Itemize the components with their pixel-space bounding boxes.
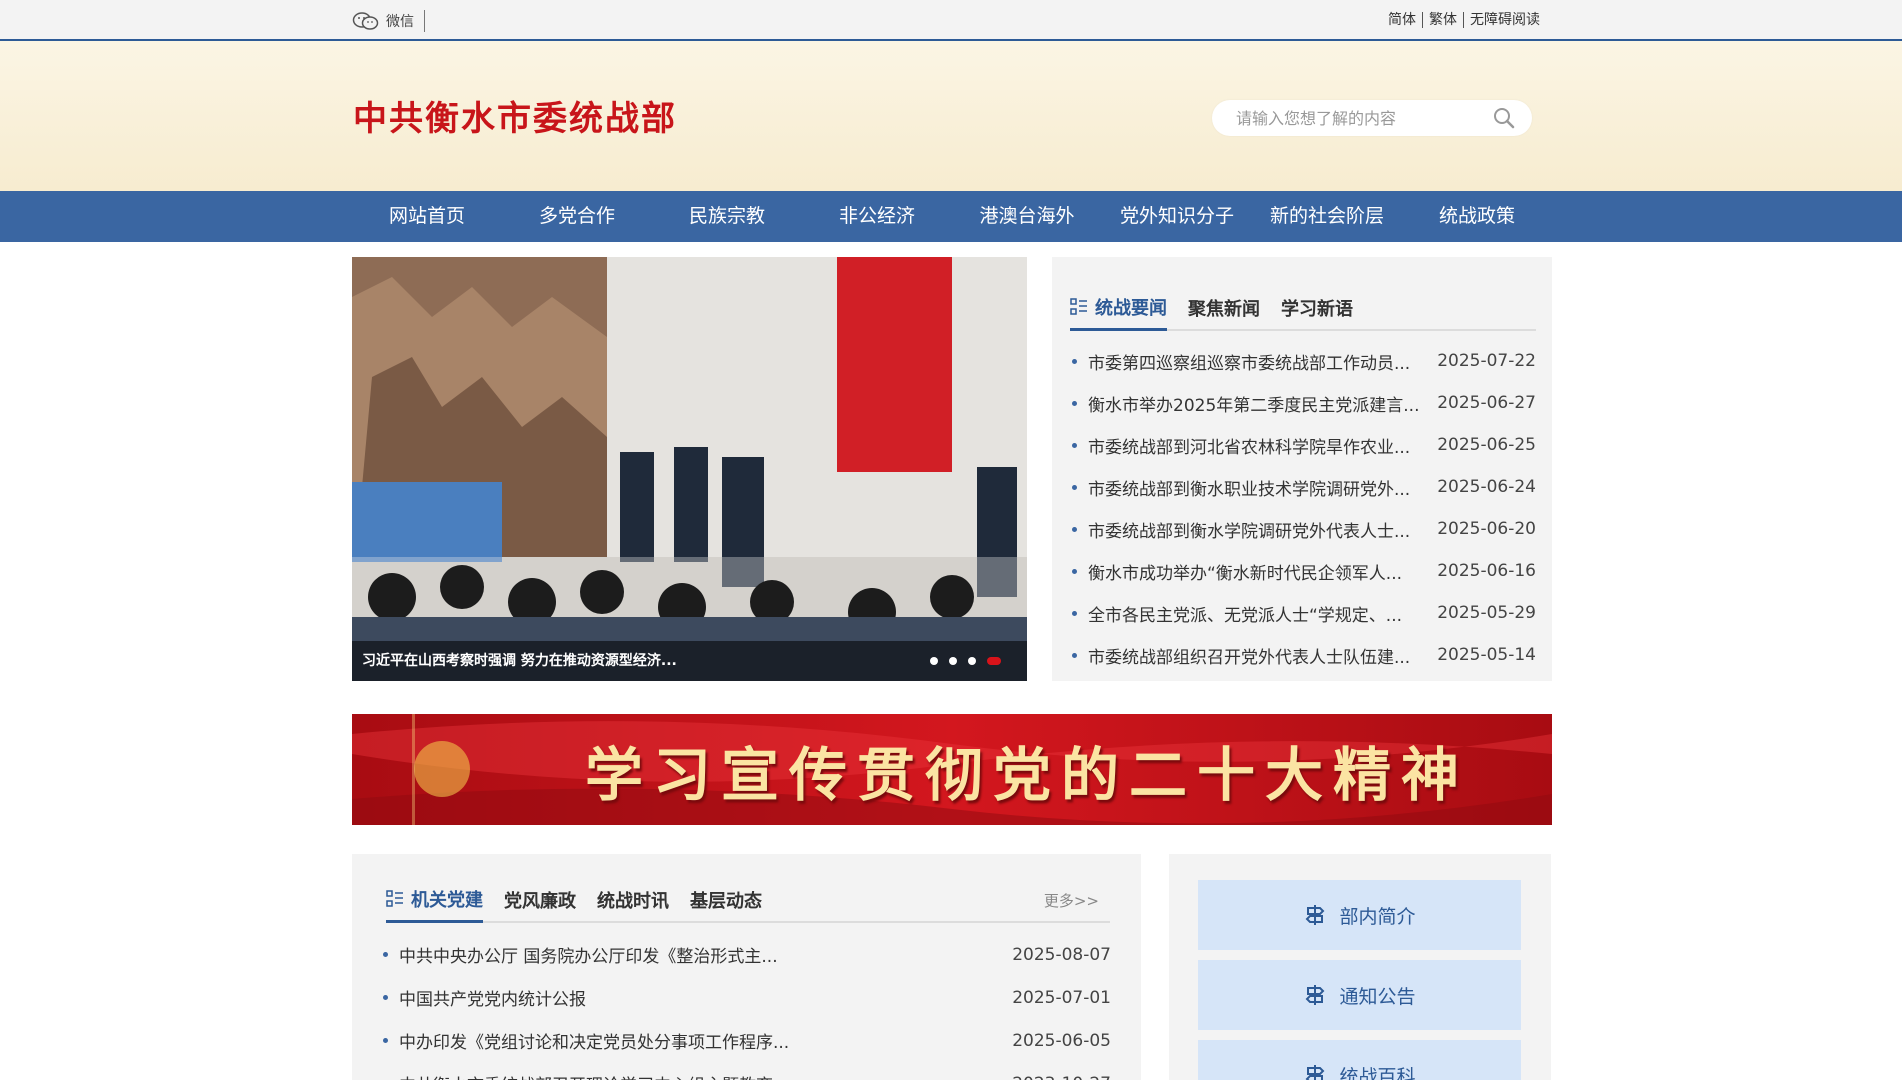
list-item[interactable]: 中办印发《党组讨论和决定党员处分事项工作程序... 2025-06-05 <box>383 1019 1111 1062</box>
main-navigation: 网站首页 多党合作 民族宗教 非公经济 港澳台海外 党外知识分子 新的社会阶层 … <box>0 191 1902 242</box>
button-label: 通知公告 <box>1339 985 1416 1008</box>
news-title: 全市各民主党派、无党派人士“学规定、... <box>1072 601 1402 626</box>
news-date: 2025-08-07 <box>1012 944 1111 965</box>
tab-agency-party-building[interactable]: 机关党建 <box>386 886 483 923</box>
wechat-label: 微信 <box>386 14 414 30</box>
list-item[interactable]: 市委统战部组织召开党外代表人士队伍建... 2025-05-14 <box>1072 634 1536 676</box>
tab-united-front-news[interactable]: 统战要闻 <box>1070 294 1167 331</box>
nav-new-social-stratum[interactable]: 新的社会阶层 <box>1252 191 1402 242</box>
list-item[interactable]: 市委统战部到衡水学院调研党外代表人士... 2025-06-20 <box>1072 508 1536 550</box>
news-title: 市委统战部到衡水学院调研党外代表人士... <box>1072 517 1410 542</box>
list-item[interactable]: 市委统战部到衡水职业技术学院调研党外... 2025-06-24 <box>1072 466 1536 508</box>
news-title: 衡水市举办2025年第二季度民主党派建言... <box>1072 391 1419 416</box>
signpost-icon <box>1306 1065 1325 1080</box>
list-icon <box>1070 298 1087 315</box>
twentieth-congress-banner[interactable]: 学习宣传贯彻党的二十大精神 <box>352 714 1552 825</box>
list-item[interactable]: 衡水市成功举办“衡水新时代民企领军人... 2025-06-16 <box>1072 550 1536 592</box>
wechat-link[interactable]: 微信 <box>352 10 425 32</box>
news-date: 2023-10-27 <box>1012 1074 1111 1080</box>
tab-focus-news[interactable]: 聚焦新闻 <box>1188 295 1260 329</box>
news-title: 市委第四巡察组巡察市委统战部工作动员... <box>1072 349 1410 374</box>
tab-grassroots-updates[interactable]: 基层动态 <box>690 887 762 921</box>
slider-dot[interactable] <box>949 657 957 665</box>
notice-announcement-button[interactable]: 通知公告 <box>1198 960 1521 1030</box>
nav-united-front-policy[interactable]: 统战政策 <box>1402 191 1552 242</box>
accessibility-link[interactable]: 无障碍阅读 <box>1464 12 1540 28</box>
nav-hk-macao-taiwan-overseas[interactable]: 港澳台海外 <box>952 191 1102 242</box>
news-date: 2025-05-29 <box>1437 603 1536 623</box>
news-photo-slider[interactable]: 习近平在山西考察时强调 努力在推动资源型经济... <box>352 257 1027 681</box>
news-date: 2025-06-24 <box>1437 477 1536 497</box>
news-title: 市委统战部到衡水职业技术学院调研党外... <box>1072 475 1410 500</box>
party-building-panel: 机关党建 党风廉政 统战时讯 基层动态 更多>> 中共中央办公厅 国务院办公厅印… <box>352 854 1141 1080</box>
nav-home[interactable]: 网站首页 <box>352 191 502 242</box>
city-aerial-image <box>660 41 1260 191</box>
news-date: 2025-05-14 <box>1437 645 1536 665</box>
list-item[interactable]: 市委统战部到河北省农林科学院旱作农业... 2025-06-25 <box>1072 424 1536 466</box>
news-date: 2025-07-01 <box>1012 987 1111 1008</box>
news-date: 2025-06-25 <box>1437 435 1536 455</box>
more-link[interactable]: 更多>> <box>1044 890 1099 911</box>
tab-party-integrity[interactable]: 党风廉政 <box>504 887 576 921</box>
slider-pagination <box>930 657 1001 665</box>
top-utility-bar: 微信 简体 繁体 无障碍阅读 <box>0 0 1902 41</box>
banner-text: 学习宣传贯彻党的二十大精神 <box>584 740 1469 809</box>
simplified-chinese-link[interactable]: 简体 <box>1382 12 1423 28</box>
list-item[interactable]: 衡水市举办2025年第二季度民主党派建言... 2025-06-27 <box>1072 382 1536 424</box>
slider-dot-active[interactable] <box>987 657 1001 665</box>
language-links: 简体 繁体 无障碍阅读 <box>1382 12 1540 28</box>
nav-multi-party-cooperation[interactable]: 多党合作 <box>502 191 652 242</box>
nav-non-public-economy[interactable]: 非公经济 <box>802 191 952 242</box>
tab-label: 机关党建 <box>411 890 483 911</box>
news-list: 市委第四巡察组巡察市委统战部工作动员... 2025-07-22 衡水市举办202… <box>1072 340 1536 676</box>
news-title: 中共中央办公厅 国务院办公厅印发《整治形式主... <box>383 942 778 967</box>
news-title: 中共衡水市委统战部召开理论学习中心组主题教育... <box>383 1071 789 1080</box>
signpost-icon <box>1306 905 1325 925</box>
search-icon[interactable] <box>1492 106 1516 130</box>
list-icon <box>386 890 403 907</box>
united-front-encyclopedia-button[interactable]: 统战百科 <box>1198 1040 1521 1080</box>
news-date: 2025-06-20 <box>1437 519 1536 539</box>
slider-dot[interactable] <box>968 657 976 665</box>
news-title: 市委统战部组织召开党外代表人士队伍建... <box>1072 643 1410 668</box>
nav-ethnic-religion[interactable]: 民族宗教 <box>652 191 802 242</box>
news-title: 中办印发《党组讨论和决定党员处分事项工作程序... <box>383 1028 789 1053</box>
tab-label: 统战要闻 <box>1095 298 1167 319</box>
news-date: 2025-06-27 <box>1437 393 1536 413</box>
tab-united-front-bulletin[interactable]: 统战时讯 <box>597 887 669 921</box>
search-box <box>1212 100 1532 136</box>
news-tabs: 统战要闻 聚焦新闻 学习新语 <box>1070 287 1536 331</box>
department-intro-button[interactable]: 部内简介 <box>1198 880 1521 950</box>
search-input[interactable] <box>1236 108 1492 128</box>
signpost-icon <box>1306 985 1325 1005</box>
party-tabs: 机关党建 党风廉政 统战时讯 基层动态 <box>386 882 1110 923</box>
list-item[interactable]: 中共衡水市委统战部召开理论学习中心组主题教育... 2023-10-27 <box>383 1062 1111 1080</box>
news-date: 2025-06-05 <box>1012 1030 1111 1051</box>
slider-photo <box>352 257 1027 681</box>
slider-caption[interactable]: 习近平在山西考察时强调 努力在推动资源型经济... <box>352 641 1027 681</box>
news-date: 2025-07-22 <box>1437 351 1536 371</box>
news-title: 中国共产党党内统计公报 <box>383 985 586 1010</box>
news-title: 衡水市成功举办“衡水新时代民企领军人... <box>1072 559 1402 584</box>
party-news-list: 中共中央办公厅 国务院办公厅印发《整治形式主... 2025-08-07 中国共产… <box>383 933 1111 1080</box>
list-item[interactable]: 中国共产党党内统计公报 2025-07-01 <box>383 976 1111 1019</box>
list-item[interactable]: 中共中央办公厅 国务院办公厅印发《整治形式主... 2025-08-07 <box>383 933 1111 976</box>
news-title: 市委统战部到河北省农林科学院旱作农业... <box>1072 433 1410 458</box>
tab-study-sayings[interactable]: 学习新语 <box>1281 295 1353 329</box>
site-header: 中共衡水市委统战部 <box>0 41 1902 191</box>
united-front-news-panel: 统战要闻 聚焦新闻 学习新语 市委第四巡察组巡察市委统战部工作动员... 2025… <box>1052 257 1552 681</box>
list-item[interactable]: 全市各民主党派、无党派人士“学规定、... 2025-05-29 <box>1072 592 1536 634</box>
wechat-icon <box>352 12 379 30</box>
quick-links-panel: 部内简介 通知公告 统战百科 <box>1169 854 1551 1080</box>
button-label: 部内简介 <box>1339 905 1416 928</box>
button-label: 统战百科 <box>1339 1065 1416 1080</box>
list-item[interactable]: 市委第四巡察组巡察市委统战部工作动员... 2025-07-22 <box>1072 340 1536 382</box>
site-title[interactable]: 中共衡水市委统战部 <box>353 91 677 140</box>
slider-dot[interactable] <box>930 657 938 665</box>
traditional-chinese-link[interactable]: 繁体 <box>1423 12 1464 28</box>
nav-non-party-intellectuals[interactable]: 党外知识分子 <box>1102 191 1252 242</box>
news-date: 2025-06-16 <box>1437 561 1536 581</box>
